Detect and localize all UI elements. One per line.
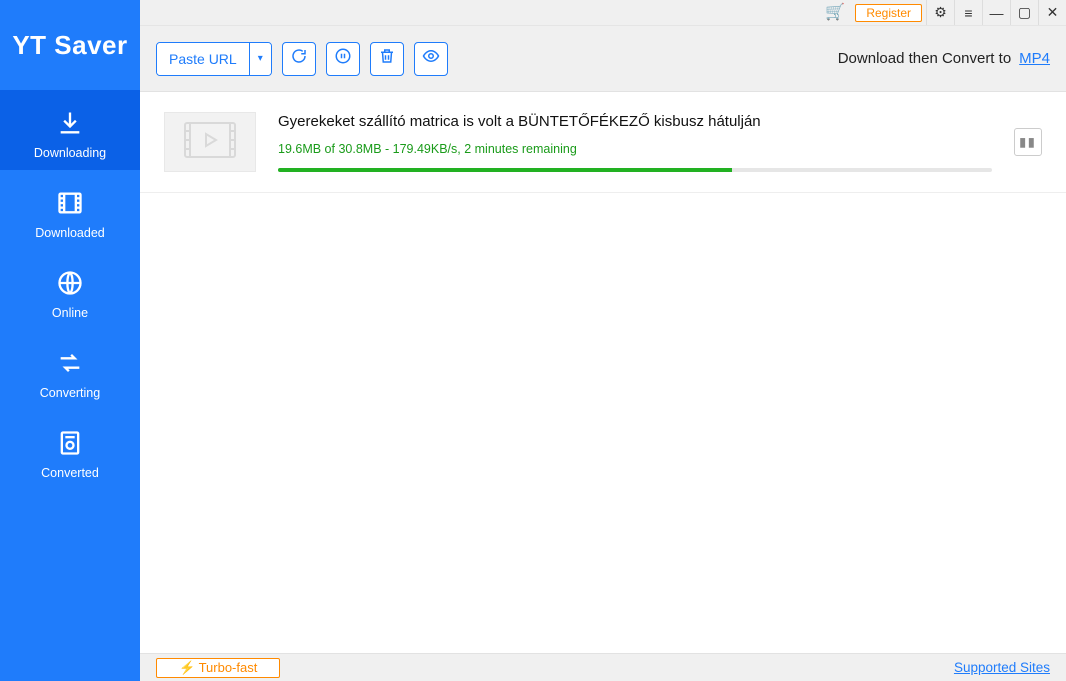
cart-icon[interactable]: 🛒 [825, 5, 845, 21]
pause-all-button[interactable] [326, 42, 360, 76]
minimize-button[interactable]: — [982, 0, 1010, 25]
download-title: Gyerekeket szállító matrica is volt a BÜ… [278, 113, 992, 130]
video-thumbnail [164, 112, 256, 172]
trash-icon [378, 47, 396, 70]
chevron-down-icon: ▾ [258, 53, 263, 64]
download-progress [278, 168, 992, 172]
delete-button[interactable] [370, 42, 404, 76]
sidebar-item-converted[interactable]: Converted [0, 410, 140, 490]
sidebar-item-label: Downloading [34, 146, 106, 160]
download-icon [55, 108, 85, 138]
titlebar: 🛒 Register ⚙ ≡ — ▢ ✕ [140, 0, 1066, 26]
download-list: Gyerekeket szállító matrica is volt a BÜ… [140, 92, 1066, 653]
pause-circle-icon [334, 47, 352, 70]
download-progress-bar [278, 168, 732, 172]
turbo-fast-button[interactable]: Turbo-fast [156, 658, 280, 678]
pause-icon: ▮▮ [1019, 135, 1036, 149]
sidebar-item-online[interactable]: Online [0, 250, 140, 330]
refresh-icon [290, 47, 308, 70]
sidebar-item-label: Converting [40, 386, 100, 400]
download-status: 19.6MB of 30.8MB - 179.49KB/s, 2 minutes… [278, 142, 992, 156]
footer: Turbo-fast Supported Sites [140, 653, 1066, 681]
sidebar-item-label: Converted [41, 466, 99, 480]
paste-url-dropdown[interactable]: ▾ [249, 43, 271, 75]
register-button[interactable]: Register [855, 4, 922, 22]
menu-icon: ≡ [964, 5, 972, 21]
eye-icon [422, 47, 440, 70]
main-pane: 🛒 Register ⚙ ≡ — ▢ ✕ Paste URL ▾ [140, 0, 1066, 681]
convert-format-link[interactable]: MP4 [1019, 50, 1050, 67]
convert-line: Download then Convert to MP4 [838, 50, 1050, 67]
minimize-icon: — [990, 5, 1004, 21]
download-item: Gyerekeket szállító matrica is volt a BÜ… [140, 92, 1066, 193]
sidebar-item-label: Online [52, 306, 88, 320]
sidebar-item-converting[interactable]: Converting [0, 330, 140, 410]
document-check-icon [55, 428, 85, 458]
app-logo: YT Saver [0, 0, 140, 90]
paste-url-button[interactable]: Paste URL [157, 43, 249, 75]
video-placeholder-icon [184, 122, 236, 163]
maximize-button[interactable]: ▢ [1010, 0, 1038, 25]
paste-url-button-group: Paste URL ▾ [156, 42, 272, 76]
close-icon: ✕ [1047, 4, 1059, 21]
maximize-icon: ▢ [1018, 4, 1031, 21]
supported-sites-link[interactable]: Supported Sites [954, 660, 1050, 675]
sidebar-item-downloading[interactable]: Downloading [0, 90, 140, 170]
sidebar-item-downloaded[interactable]: Downloaded [0, 170, 140, 250]
convert-icon [55, 348, 85, 378]
gear-icon: ⚙ [934, 4, 947, 21]
close-button[interactable]: ✕ [1038, 0, 1066, 25]
preview-button[interactable] [414, 42, 448, 76]
refresh-button[interactable] [282, 42, 316, 76]
sidebar-item-label: Downloaded [35, 226, 105, 240]
film-icon [55, 188, 85, 218]
toolbar: Paste URL ▾ [140, 26, 1066, 92]
menu-button[interactable]: ≡ [954, 0, 982, 25]
pause-download-button[interactable]: ▮▮ [1014, 128, 1042, 156]
sidebar-nav: Downloading Downloaded [0, 90, 140, 490]
sidebar: YT Saver Downloading [0, 0, 140, 681]
app-window: YT Saver Downloading [0, 0, 1066, 681]
globe-icon [55, 268, 85, 298]
convert-text: Download then Convert to [838, 50, 1011, 67]
settings-button[interactable]: ⚙ [926, 0, 954, 25]
